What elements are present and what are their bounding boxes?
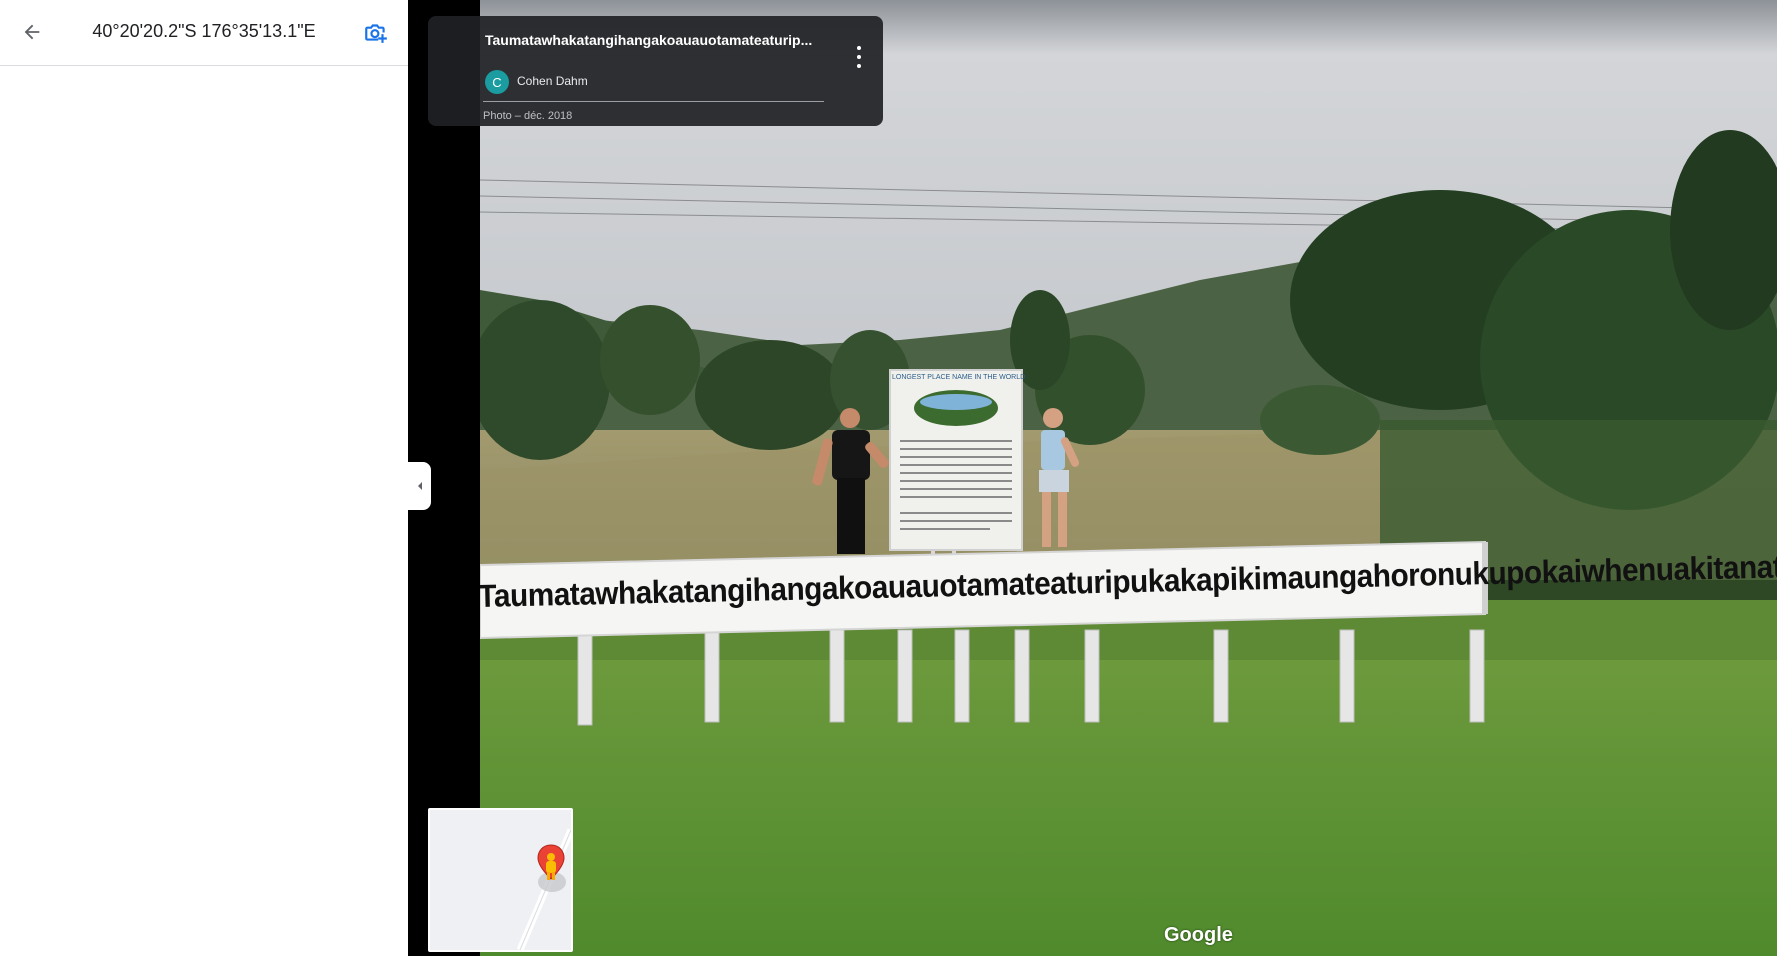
- dot: [857, 55, 861, 59]
- camera-plus-icon: [365, 24, 387, 43]
- info-board-heading: LONGEST PLACE NAME IN THE WORLD: [892, 374, 1026, 381]
- photo-info-card: Taumatawhakatangihangakoauauotamateaturi…: [428, 16, 883, 126]
- arrow-left-icon: [24, 24, 40, 40]
- photo-viewer[interactable]: Taumatawhakatangihangakoauauotamateaturi…: [408, 0, 1777, 956]
- collapse-panel-button[interactable]: [408, 462, 431, 510]
- chevron-left-icon: [417, 482, 422, 490]
- minimap[interactable]: [428, 808, 573, 952]
- dot: [857, 46, 861, 50]
- pegman-icon: [546, 853, 556, 880]
- photo-date: Photo – déc. 2018: [483, 110, 573, 122]
- panel-header: 40°20'20.2"S 176°35'13.1"E: [0, 0, 408, 66]
- street-photo[interactable]: Taumatawhakatangihangakoauauotamateaturi…: [480, 0, 1777, 956]
- dot: [857, 64, 861, 68]
- coordinates-title: 40°20'20.2"S 176°35'13.1"E: [92, 21, 316, 41]
- back-button[interactable]: [14, 14, 50, 50]
- photo-scene: [480, 0, 1777, 956]
- author-name[interactable]: Cohen Dahm: [517, 74, 588, 88]
- add-photo-button[interactable]: [358, 14, 394, 50]
- card-divider: [483, 101, 824, 102]
- google-logo: Google: [1164, 924, 1233, 946]
- more-options-button[interactable]: [849, 46, 869, 68]
- side-panel: 40°20'20.2"S 176°35'13.1"E: [0, 0, 408, 956]
- author-avatar[interactable]: C: [485, 70, 509, 94]
- photo-title[interactable]: Taumatawhakatangihangakoauauotamateaturi…: [485, 32, 815, 48]
